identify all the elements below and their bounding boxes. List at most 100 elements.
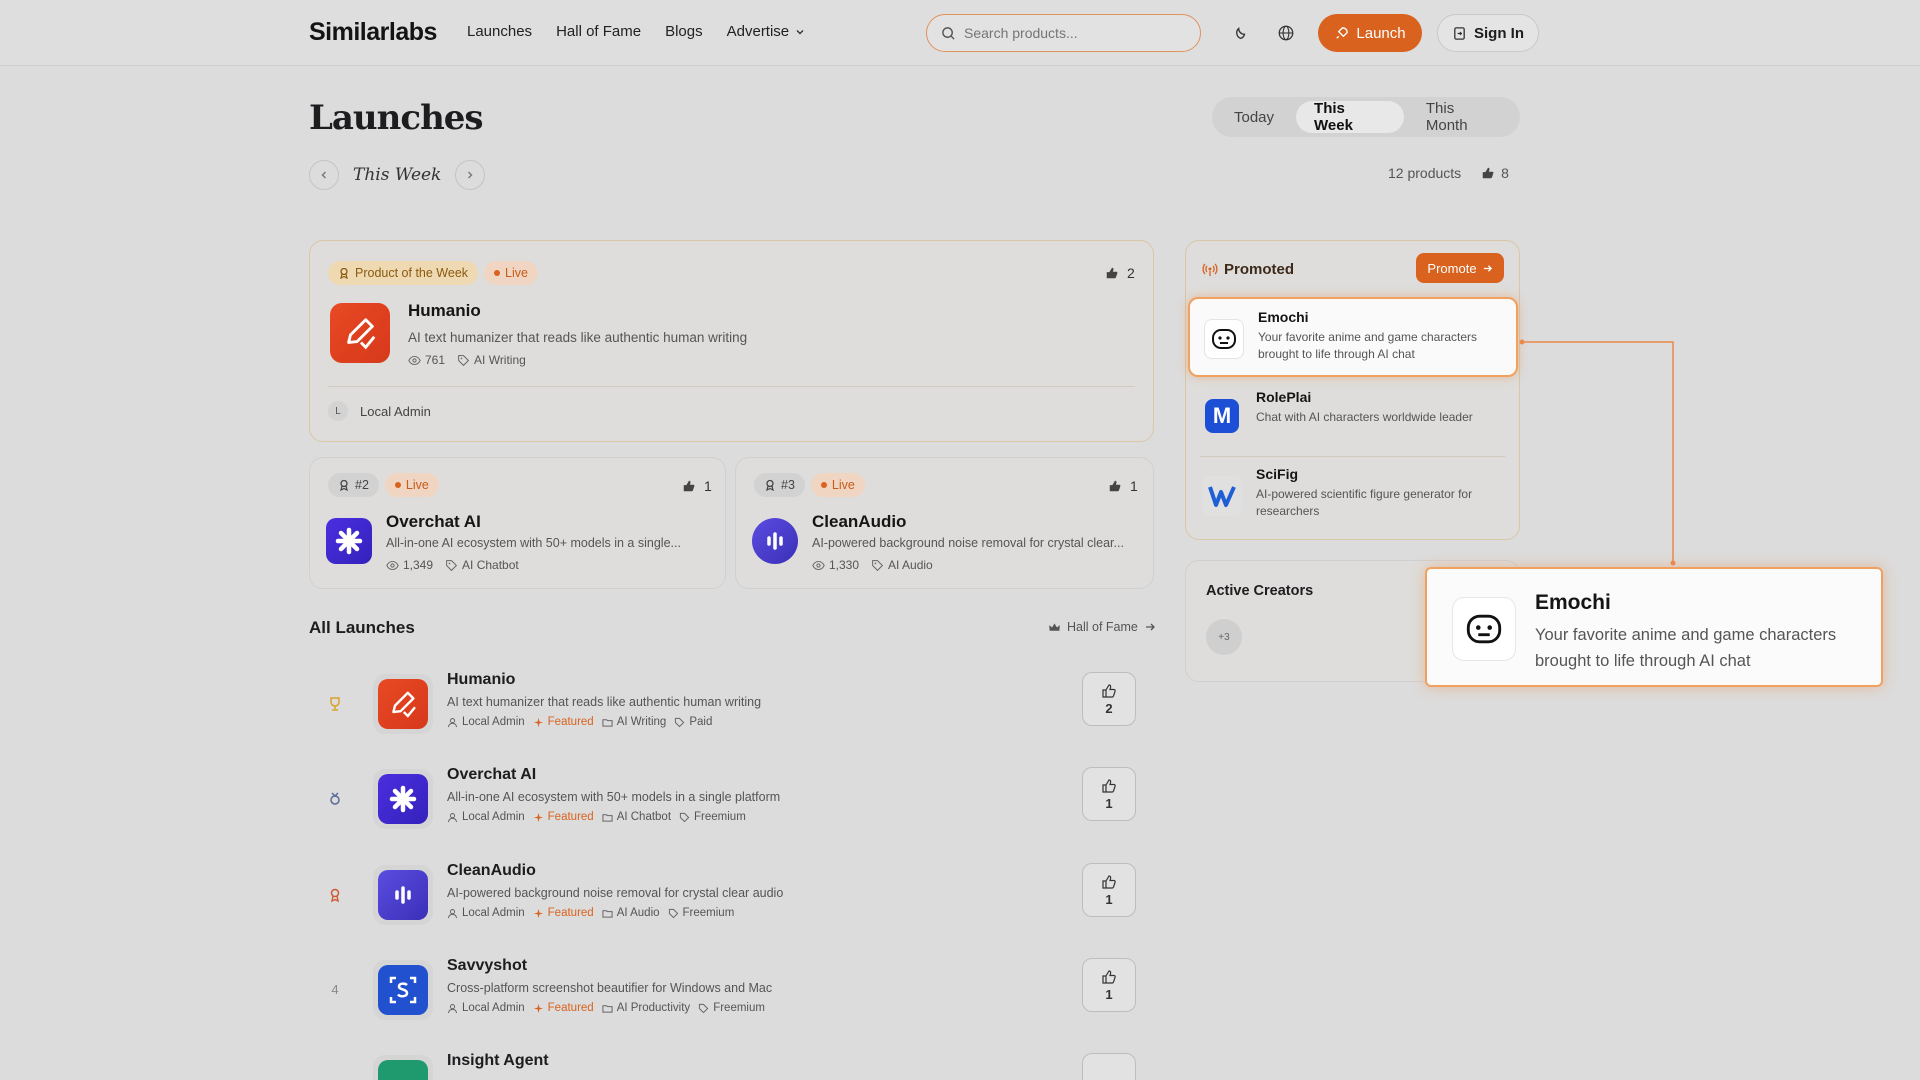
- more-creators-avatar[interactable]: +3: [1206, 619, 1242, 655]
- potw-upvotes[interactable]: 2: [1105, 265, 1135, 281]
- upvote-button[interactable]: [1082, 1053, 1136, 1080]
- promoted-item-desc: Chat with AI characters worldwide leader: [1256, 410, 1473, 424]
- upvote-count: 2: [1105, 700, 1113, 716]
- nav-advertise[interactable]: Advertise: [727, 23, 806, 40]
- insight-agent-logo: [373, 1055, 433, 1080]
- emochi-callout: Emochi Your favorite anime and game char…: [1425, 567, 1883, 687]
- featured-label: Featured: [547, 811, 594, 823]
- asterisk-flower-icon: [335, 527, 363, 555]
- potw-divider: [328, 386, 1135, 387]
- potw-badge: Product of the Week: [328, 261, 479, 285]
- promoted-item-name: Emochi: [1258, 309, 1309, 325]
- promoted-item-desc: AI-powered scientific figure generator f…: [1256, 487, 1473, 518]
- nav-blogs[interactable]: Blogs: [665, 23, 703, 40]
- upvote-button[interactable]: 2: [1082, 672, 1136, 726]
- list-item[interactable]: CleanAudio AI-powered background noise r…: [309, 853, 1154, 943]
- potw-category: AI Writing: [457, 353, 526, 367]
- thumbs-up-icon: [1102, 778, 1116, 793]
- item-pricing-label: Freemium: [682, 907, 735, 919]
- item-author-name: Local Admin: [462, 907, 525, 919]
- runner-up-card-2[interactable]: #2 Live 1 Overchat AI All-in-one AI ecos…: [309, 457, 726, 589]
- promote-button[interactable]: Promote: [1416, 253, 1504, 283]
- tab-this-month[interactable]: This Month: [1408, 100, 1516, 134]
- savvyshot-logo-tile: [378, 965, 428, 1015]
- list-item[interactable]: Insight Agent: [309, 1043, 1154, 1080]
- promoted-panel: Promoted Promote Emochi Your favorite an…: [1185, 240, 1520, 540]
- runner-2-upvotes[interactable]: 1: [682, 478, 712, 494]
- potw-name[interactable]: Humanio: [408, 301, 481, 321]
- runner-3-upvotes[interactable]: 1: [1108, 478, 1138, 494]
- live-dot: [820, 482, 827, 488]
- search-box[interactable]: [926, 14, 1201, 52]
- item-author-name: Local Admin: [462, 716, 525, 728]
- hall-of-fame-link[interactable]: Hall of Fame: [1048, 620, 1156, 634]
- upvote-count: 1: [1105, 795, 1113, 811]
- award-icon: [340, 267, 348, 279]
- launch-button-label: Launch: [1356, 24, 1406, 42]
- bronze-medal-icon: [325, 887, 345, 906]
- eye-icon: [812, 560, 825, 570]
- live-label: Live: [831, 478, 855, 492]
- globe-icon: [1278, 25, 1294, 41]
- promoted-item-scifig[interactable]: SciFig AI-powered scientific figure gene…: [1188, 456, 1518, 536]
- product-of-the-week-card[interactable]: Product of the Week Live 2 Humanio AI te…: [309, 240, 1154, 442]
- featured-label: Featured: [547, 716, 594, 728]
- tab-this-week[interactable]: This Week: [1296, 100, 1404, 134]
- thumbs-up-icon: [1106, 267, 1118, 279]
- total-upvotes: 8: [1481, 165, 1509, 181]
- week-stats: 12 products 8: [1388, 165, 1509, 181]
- next-week-button[interactable]: [455, 160, 486, 190]
- upvote-button[interactable]: 1: [1082, 767, 1136, 821]
- item-meta: Local Admin Featured AI Audio Freemium: [447, 907, 734, 919]
- tab-today[interactable]: Today: [1216, 101, 1292, 133]
- item-meta: Local Admin Featured AI Productivity Fre…: [447, 1002, 765, 1014]
- broadcast-icon: [1202, 263, 1218, 276]
- list-item[interactable]: 4 Savvyshot Cross-platform screenshot be…: [309, 948, 1154, 1038]
- rank-label: #2: [355, 478, 369, 492]
- featured-badge: Featured: [533, 811, 594, 823]
- promote-button-label: Promote: [1427, 260, 1477, 276]
- live-dot: [394, 482, 401, 488]
- language-button[interactable]: [1271, 18, 1301, 48]
- list-item[interactable]: Overchat AI All-in-one AI ecosystem with…: [309, 757, 1154, 847]
- launch-button[interactable]: Launch: [1318, 14, 1422, 52]
- upvote-button[interactable]: 1: [1082, 958, 1136, 1012]
- nav-advertise-label: Advertise: [726, 23, 790, 40]
- prev-week-button[interactable]: [309, 160, 339, 190]
- site-logo[interactable]: Similarlabs: [309, 18, 437, 47]
- overchat-logo-tile: [378, 774, 428, 824]
- runner-3-category-label: AI Audio: [888, 558, 933, 572]
- robot-face-icon: [1212, 329, 1236, 349]
- runner-3-badges: #3 Live: [754, 473, 865, 497]
- runner-3-name[interactable]: CleanAudio: [812, 512, 906, 532]
- pencil-check-icon: [347, 318, 376, 350]
- dark-mode-toggle[interactable]: [1225, 18, 1255, 48]
- chevron-down-icon: [796, 29, 804, 34]
- main-nav: Launches Hall of Fame Blogs Advertise: [467, 23, 805, 40]
- potw-badge-label: Product of the Week: [355, 266, 469, 280]
- potw-badges: Product of the Week Live: [328, 261, 538, 285]
- promoted-item-roleplai[interactable]: M RolePlai Chat with AI characters world…: [1188, 381, 1518, 451]
- nav-hall-of-fame[interactable]: Hall of Fame: [556, 23, 641, 40]
- featured-badge: Featured: [533, 907, 594, 919]
- upvote-count: 1: [1105, 986, 1113, 1002]
- potw-meta: 761 AI Writing: [408, 353, 526, 367]
- item-category-label: AI Chatbot: [616, 811, 672, 823]
- search-input[interactable]: [964, 25, 1184, 41]
- sign-in-label: Sign In: [1474, 24, 1524, 42]
- upvote-count: 1: [1105, 891, 1113, 907]
- upvote-button[interactable]: 1: [1082, 863, 1136, 917]
- total-upvotes-value: 8: [1501, 165, 1509, 181]
- week-label: This Week: [353, 165, 442, 185]
- list-item[interactable]: Humanio AI text humanizer that reads lik…: [309, 662, 1154, 752]
- nav-launches[interactable]: Launches: [467, 23, 532, 40]
- runner-up-card-3[interactable]: #3 Live 1 CleanAudio AI-powered backgrou…: [735, 457, 1154, 589]
- potw-author[interactable]: L Local Admin: [328, 401, 431, 421]
- runner-2-name[interactable]: Overchat AI: [386, 512, 481, 532]
- item-category-label: AI Audio: [616, 907, 660, 919]
- promoted-item-emochi[interactable]: Emochi Your favorite anime and game char…: [1188, 297, 1518, 377]
- user-icon: [447, 908, 458, 918]
- sign-in-button[interactable]: Sign In: [1437, 14, 1539, 52]
- folder-icon: [602, 718, 613, 727]
- rank-label: #3: [781, 478, 795, 492]
